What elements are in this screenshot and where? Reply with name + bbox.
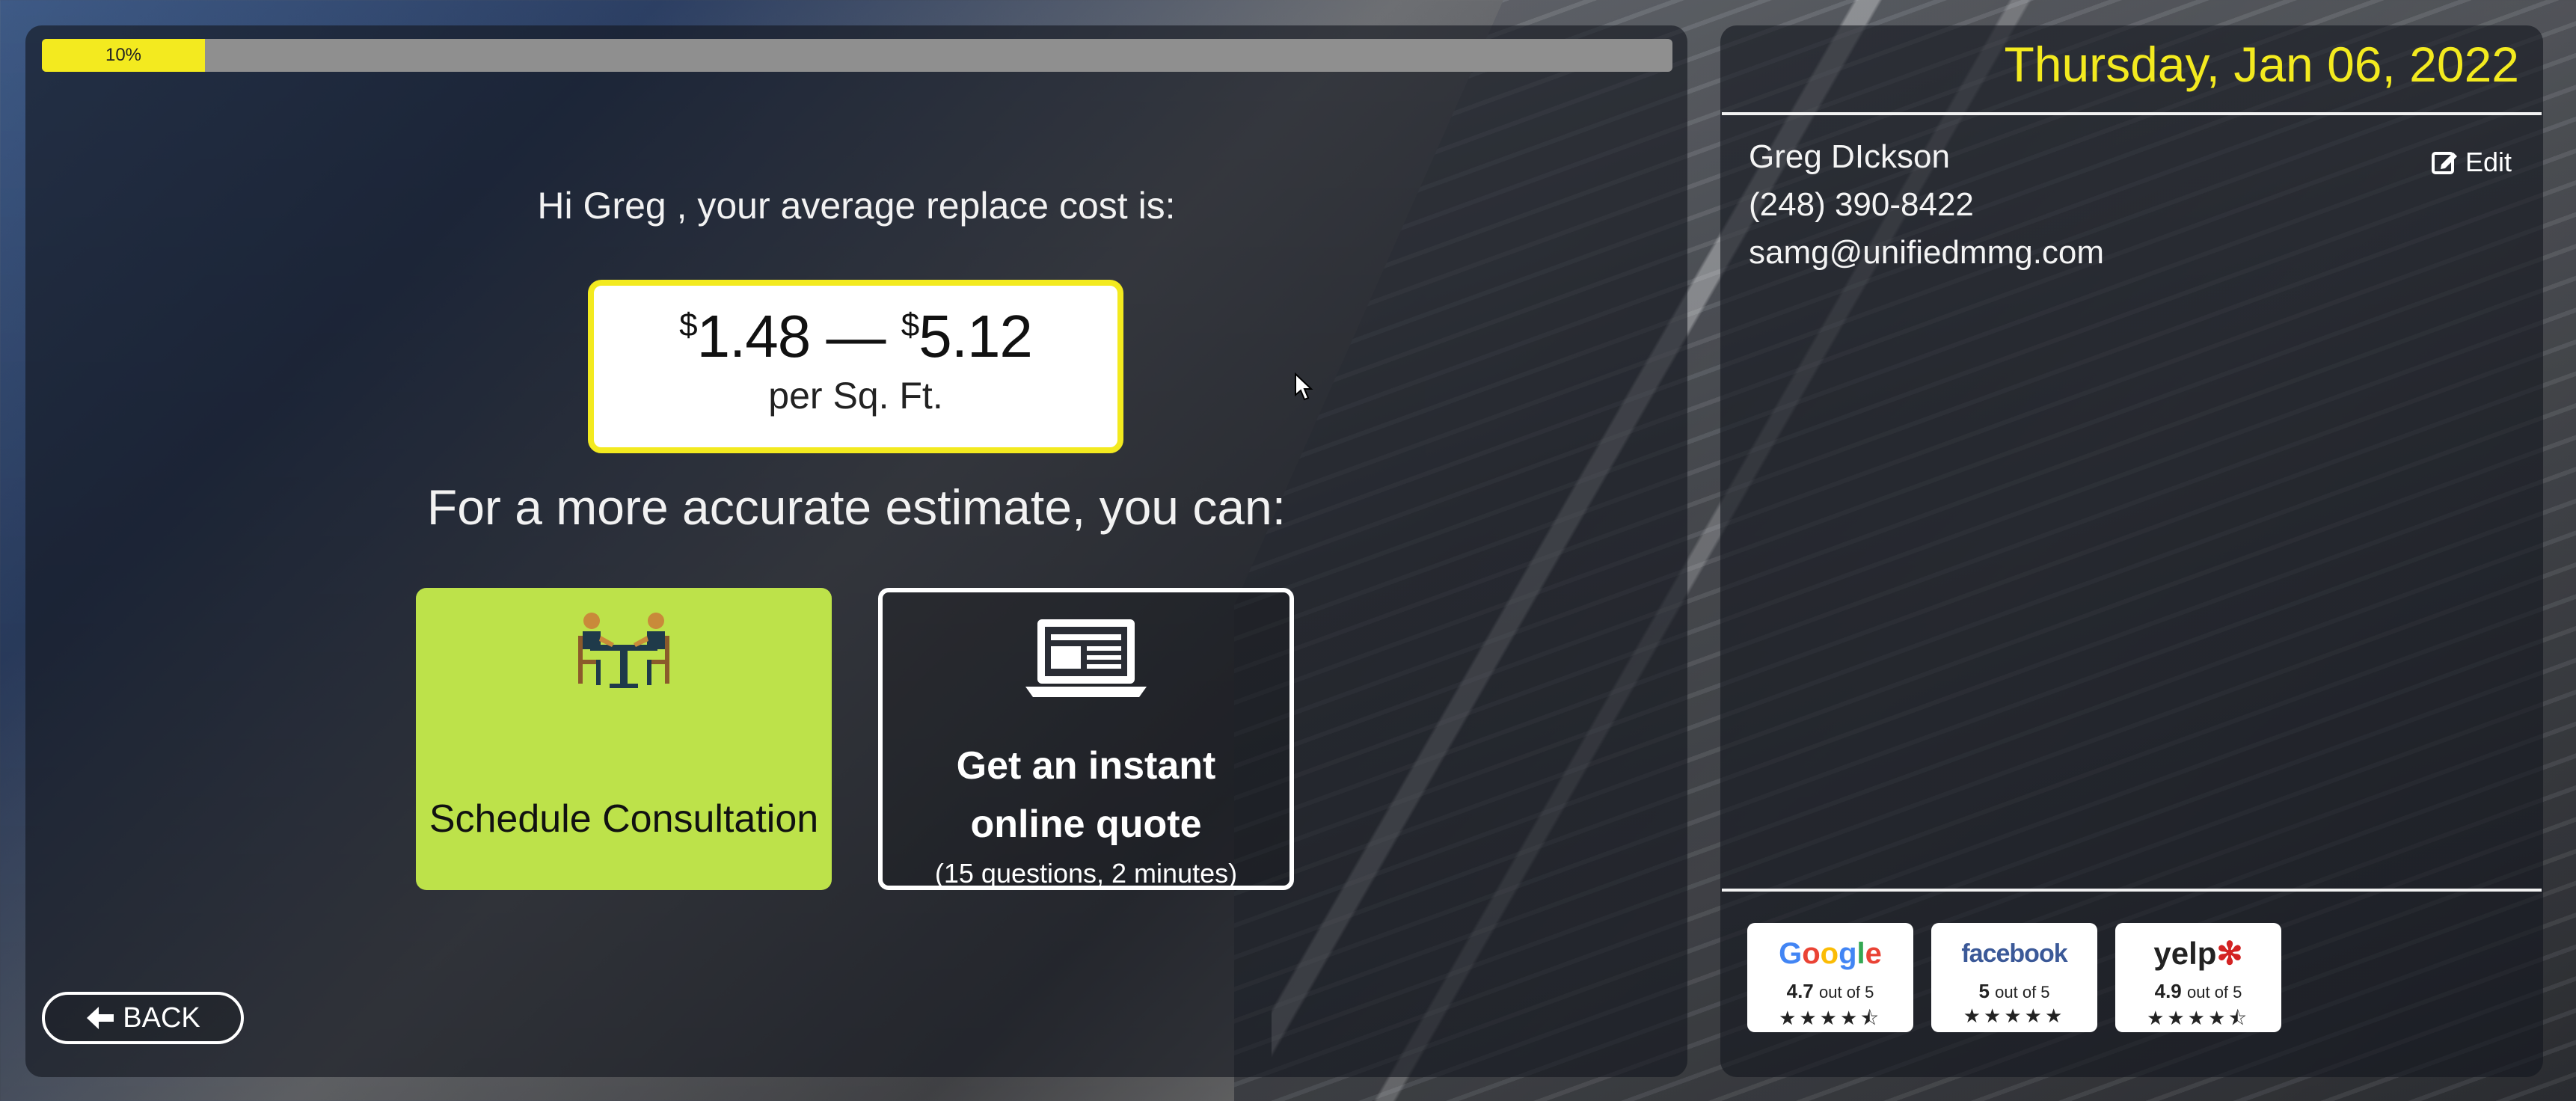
divider-top <box>1722 112 2542 115</box>
quote-title-line1: Get an instant <box>956 744 1216 788</box>
greeting-text: Hi Greg , your average replace cost is: <box>537 185 1176 227</box>
current-date: Thursday, Jan 06, 2022 <box>2004 37 2519 92</box>
progress-fill: 10% <box>42 39 205 72</box>
review-score: 4.7 out of 5 <box>1786 980 1874 1002</box>
currency-symbol: $ <box>901 307 920 343</box>
more-accurate-text: For a more accurate estimate, you can: <box>426 479 1287 535</box>
progress-bar: 10% <box>42 39 1672 72</box>
price-box: $1.48 — $5.12 per Sq. Ft. <box>588 280 1123 453</box>
star-rating: ★★★★⯪ <box>2147 1007 2250 1029</box>
back-button[interactable]: BACK <box>42 992 244 1044</box>
mouse-cursor-icon <box>1295 372 1313 401</box>
price-unit: per Sq. Ft. <box>768 375 943 417</box>
edit-button[interactable]: Edit <box>2431 147 2512 178</box>
review-yelp[interactable]: yelp✻ 4.9 out of 5 ★★★★⯪ <box>2115 923 2281 1032</box>
contact-info: Greg DIckson (248) 390-8422 samg@unified… <box>1749 133 2104 277</box>
yelp-logo: yelp✻ <box>2153 936 2243 971</box>
review-google[interactable]: Google 4.7 out of 5 ★★★★⯪ <box>1747 923 1913 1032</box>
star-rating: ★★★★★ <box>1963 1005 2066 1027</box>
contact-name: Greg DIckson <box>1749 138 1950 175</box>
review-score: 4.9 out of 5 <box>2154 980 2242 1002</box>
estimate-panel <box>25 25 1687 1077</box>
laptop-icon <box>1025 619 1147 697</box>
currency-symbol: $ <box>679 307 698 343</box>
review-badges: Google 4.7 out of 5 ★★★★⯪ facebook 5 out… <box>1747 923 2281 1032</box>
price-low: 1.48 <box>696 303 812 369</box>
edit-icon <box>2432 152 2457 174</box>
back-arrow-icon <box>87 1007 114 1029</box>
review-score: 5 out of 5 <box>1978 980 2050 1002</box>
divider-bottom <box>1722 889 2542 892</box>
schedule-consultation-button[interactable]: Schedule Consultation <box>416 588 832 890</box>
contact-email: samg@unifiedmmg.com <box>1749 234 2105 271</box>
quote-title: Get an instant online quote <box>883 737 1289 853</box>
review-facebook[interactable]: facebook 5 out of 5 ★★★★★ <box>1931 923 2097 1032</box>
star-rating: ★★★★⯪ <box>1779 1007 1882 1029</box>
quote-title-line2: online quote <box>970 803 1202 846</box>
back-label: BACK <box>123 1002 200 1034</box>
price-dash: — <box>826 303 886 369</box>
consultation-icon <box>578 613 669 688</box>
progress-label: 10% <box>105 45 142 65</box>
price-high: 5.12 <box>919 303 1033 369</box>
consultation-label: Schedule Consultation <box>429 797 819 841</box>
facebook-logo: facebook <box>1961 939 2067 968</box>
quote-note: (15 questions, 2 minutes) <box>934 858 1238 889</box>
google-logo: Google <box>1779 937 1882 970</box>
instant-quote-button[interactable]: Get an instant online quote (15 question… <box>878 588 1294 890</box>
edit-label: Edit <box>2465 147 2512 177</box>
contact-phone: (248) 390-8422 <box>1749 186 1974 223</box>
price-range: $1.48 — $5.12 <box>594 302 1117 371</box>
